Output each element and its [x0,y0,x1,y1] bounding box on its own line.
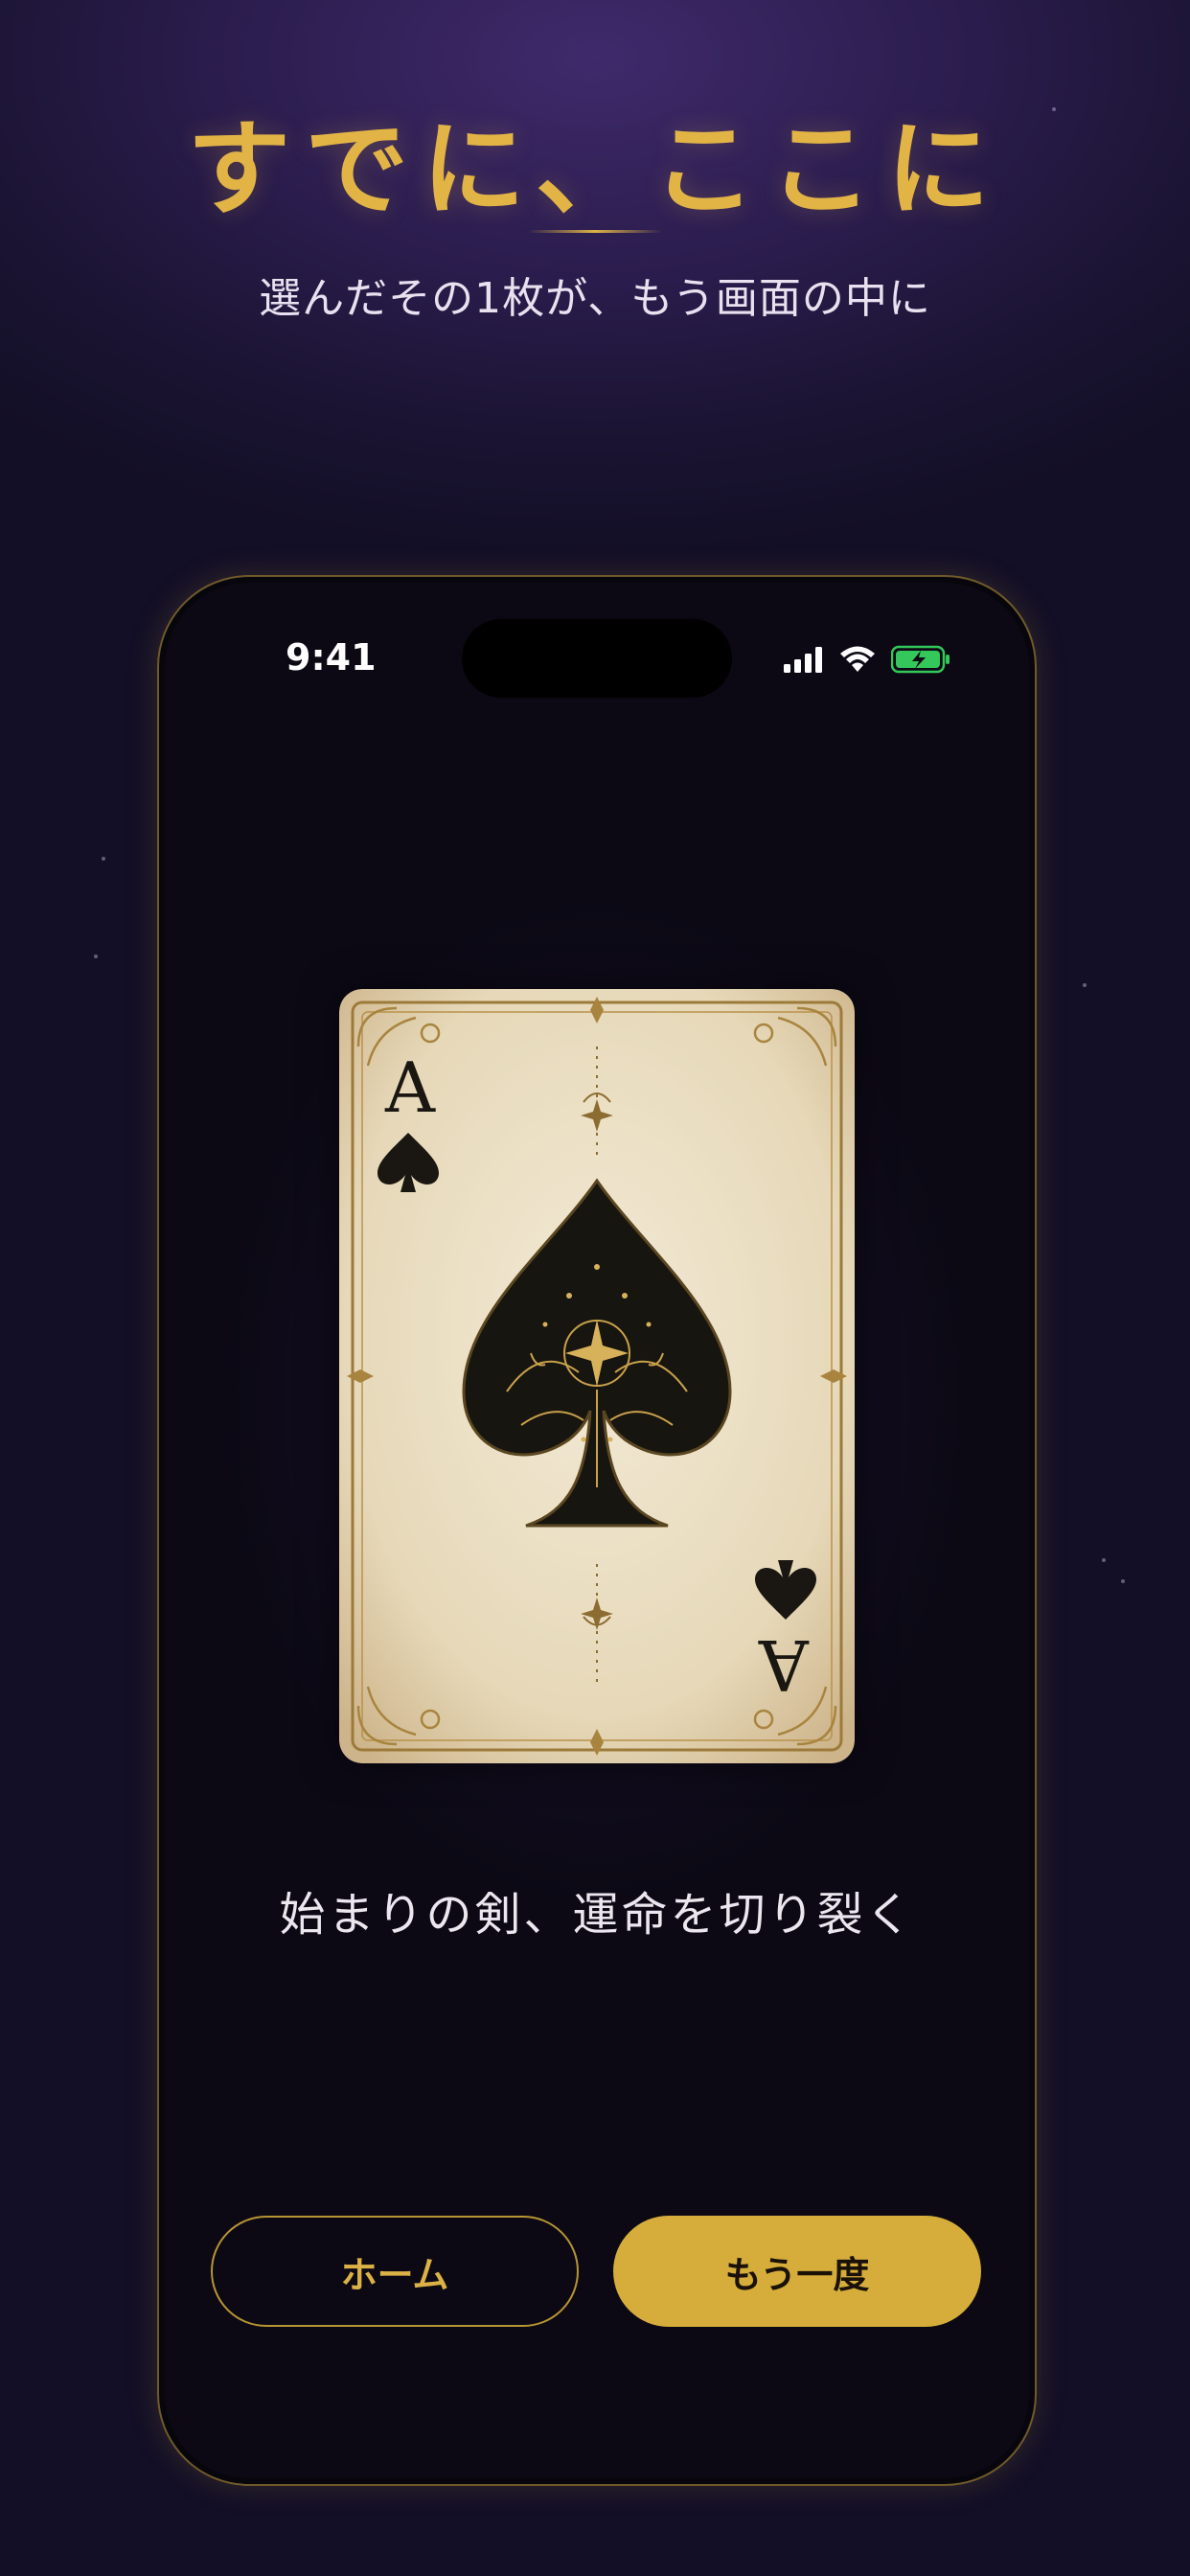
status-time: 9:41 [286,636,377,678]
retry-button[interactable]: もう一度 [613,2216,981,2327]
dynamic-island [462,619,732,698]
background-star [1121,1579,1125,1583]
battery-charging-icon [890,645,950,678]
cellular-signal-icon [784,646,824,677]
background-star [1083,983,1087,987]
wifi-icon [839,646,876,677]
page-subtitle: 選んだその1枚が、もう画面の中に [259,274,931,323]
card-caption: 始まりの剣、運命を切り裂く [279,1888,915,1942]
playing-card-ace-of-spades: A A [339,989,855,1763]
background-star [102,857,105,861]
svg-text:A: A [384,1047,436,1128]
background-star [94,954,98,958]
svg-text:A: A [758,1624,810,1705]
title-divider [528,230,662,233]
page-title: すでに、ここに [187,109,1003,230]
status-icons [784,645,950,678]
phone-mockup: 9:41 A A 始まりの剣、運命を切り裂く ホーム もう一度 [157,575,1037,2486]
background-star [1102,1558,1106,1562]
home-button[interactable]: ホーム [211,2216,579,2327]
